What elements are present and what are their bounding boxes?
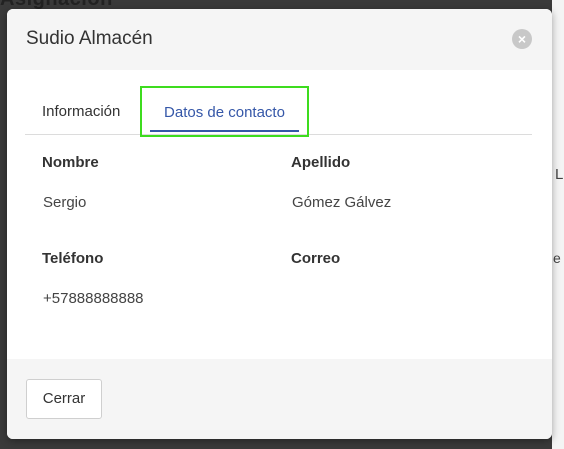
tab-label: Datos de contacto xyxy=(164,104,285,121)
correo-label: Correo xyxy=(291,250,341,267)
apellido-label: Apellido xyxy=(291,154,351,171)
close-icon[interactable]: × xyxy=(512,29,532,49)
modal-tabs: Información Datos de contacto xyxy=(25,86,532,137)
modal-title: Sudio Almacén xyxy=(26,28,153,49)
nombre-label: Nombre xyxy=(42,154,99,171)
nombre-value: Sergio xyxy=(43,194,87,211)
modal-footer: Cerrar xyxy=(7,359,552,439)
telefono-value: +57888888888 xyxy=(43,290,144,307)
contact-modal: Sudio Almacén × Información Datos de con… xyxy=(7,9,552,439)
telefono-label: Teléfono xyxy=(42,250,104,267)
modal-header: Sudio Almacén × xyxy=(7,9,552,70)
background-page-edge xyxy=(552,0,564,449)
tab-datos-de-contacto[interactable]: Datos de contacto xyxy=(140,86,309,137)
active-tab-indicator xyxy=(150,130,299,132)
background-text-fragment: e xyxy=(553,250,561,266)
cerrar-button[interactable]: Cerrar xyxy=(26,379,102,419)
tab-informacion[interactable]: Información xyxy=(42,87,120,134)
background-text-fragment: L xyxy=(555,166,564,183)
apellido-value: Gómez Gálvez xyxy=(292,194,392,211)
